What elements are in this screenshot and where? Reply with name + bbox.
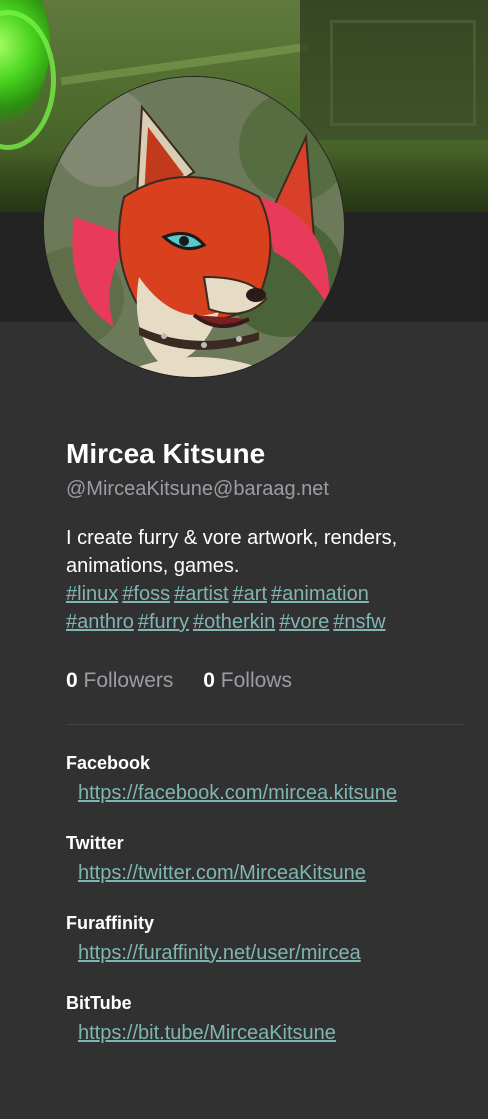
follows-count: 0 [203, 669, 215, 692]
hashtag-link[interactable]: #foss [122, 583, 170, 605]
fox-avatar-illustration [44, 77, 344, 377]
field-link[interactable]: https://facebook.com/mircea.kitsune [78, 782, 397, 804]
follows-label: Follows [220, 669, 292, 692]
followers-count: 0 [66, 669, 78, 692]
profile-stats: 0 Followers 0 Follows [66, 666, 464, 696]
profile-field: Twitter https://twitter.com/MirceaKitsun… [66, 831, 464, 887]
field-name: BitTube [66, 993, 132, 1013]
field-link[interactable]: https://furaffinity.net/user/mircea [78, 942, 361, 964]
banner-panel-frame [330, 20, 476, 126]
field-value: https://twitter.com/MirceaKitsune [78, 859, 464, 887]
hashtag-link[interactable]: #animation [271, 583, 369, 605]
hashtag-link[interactable]: #artist [174, 583, 228, 605]
profile-bio: I create furry & vore artwork, renders, … [66, 524, 464, 636]
account-handle: @MirceaKitsune@baraag.net [66, 478, 329, 500]
avatar[interactable] [44, 77, 344, 377]
field-link[interactable]: https://bit.tube/MirceaKitsune [78, 1022, 336, 1044]
hashtag-link[interactable]: #furry [138, 611, 189, 633]
followers-count-link[interactable]: 0 Followers [66, 666, 173, 696]
hashtag-link[interactable]: #otherkin [193, 611, 275, 633]
follows-count-link[interactable]: 0 Follows [203, 666, 292, 696]
field-value: https://bit.tube/MirceaKitsune [78, 1019, 464, 1047]
profile-field: BitTube https://bit.tube/MirceaKitsune [66, 991, 464, 1047]
hashtag-link[interactable]: #nsfw [333, 611, 385, 633]
hashtag-link[interactable]: #anthro [66, 611, 134, 633]
hashtag-list: #linux #foss #artist #art #animation #anthro #… [66, 580, 464, 636]
divider [66, 724, 464, 725]
profile-field: Facebook https://facebook.com/mircea.kit… [66, 751, 464, 807]
hashtag-link[interactable]: #art [233, 583, 267, 605]
field-name: Furaffinity [66, 913, 154, 933]
bio-text: I create furry & vore artwork, renders, … [66, 527, 398, 577]
hashtag-link[interactable]: #linux [66, 583, 118, 605]
profile-field: Furaffinity https://furaffinity.net/user… [66, 911, 464, 967]
field-name: Twitter [66, 833, 124, 853]
field-name: Facebook [66, 753, 151, 773]
field-value: https://facebook.com/mircea.kitsune [78, 779, 464, 807]
field-value: https://furaffinity.net/user/mircea [78, 939, 464, 967]
field-link[interactable]: https://twitter.com/MirceaKitsune [78, 862, 366, 884]
followers-label: Followers [83, 669, 174, 692]
profile-fields: Facebook https://facebook.com/mircea.kit… [66, 751, 464, 1047]
hashtag-link[interactable]: #vore [279, 611, 329, 633]
display-name: Mircea Kitsune [66, 438, 266, 469]
profile-content: Mircea Kitsune @MirceaKitsune@baraag.net… [66, 432, 464, 1071]
